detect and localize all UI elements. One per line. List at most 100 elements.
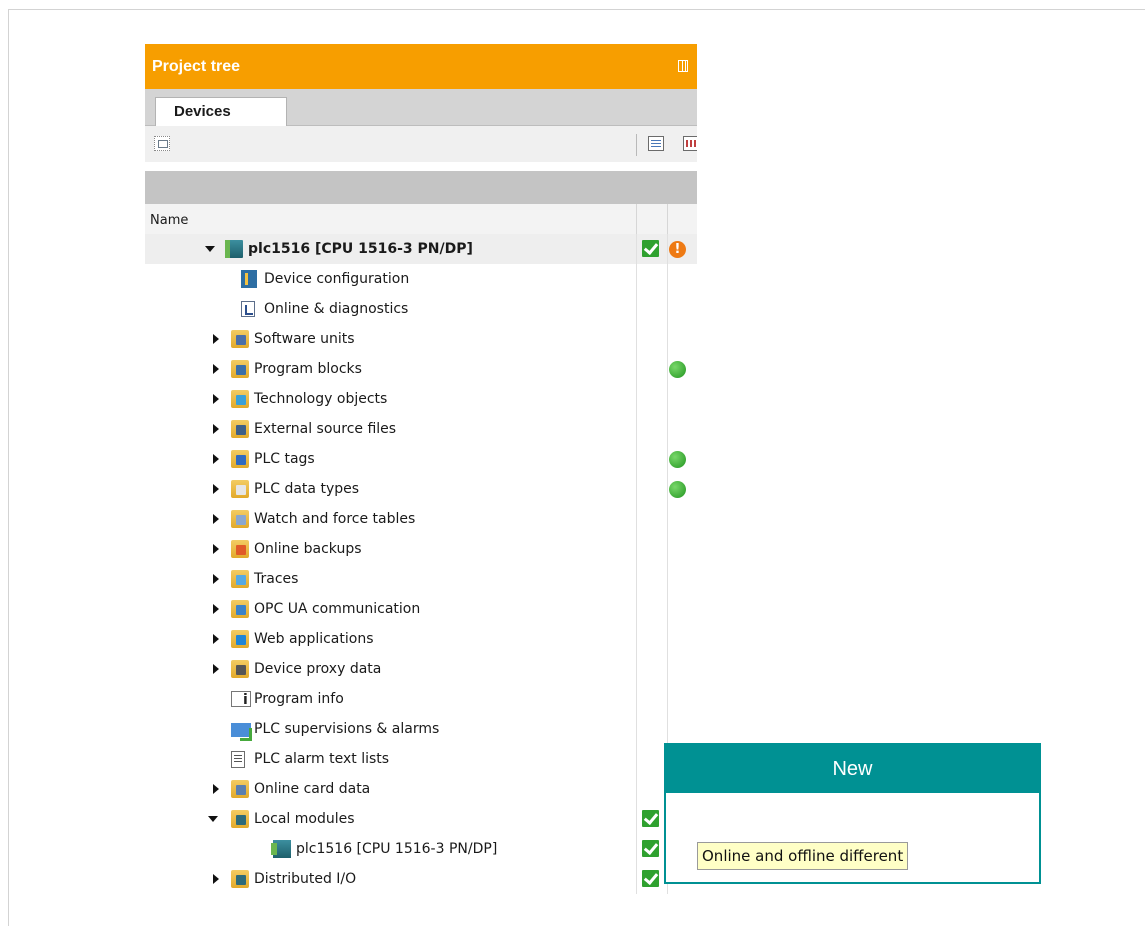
tree-item[interactable]: PLC alarm text lists xyxy=(145,744,697,774)
status-column-divider xyxy=(636,774,637,804)
column-header-name[interactable]: Name xyxy=(150,213,188,228)
compare-view-icon[interactable] xyxy=(683,136,697,151)
device-proxy-data-folder-icon xyxy=(231,660,249,678)
toolbar-separator xyxy=(636,134,637,156)
expand-arrow-icon[interactable] xyxy=(205,234,215,264)
online-diagnostics-icon xyxy=(241,301,255,317)
tree-item-label: OPC UA communication xyxy=(254,601,421,617)
status-column-divider xyxy=(636,624,637,654)
plc-data-types-folder-icon xyxy=(231,480,249,498)
tree-item-label: Device configuration xyxy=(264,271,410,287)
tree-item[interactable]: plc1516 [CPU 1516-3 PN/DP]! xyxy=(145,234,697,264)
collapse-arrow-icon[interactable] xyxy=(211,414,221,444)
tree-item[interactable]: PLC tags xyxy=(145,444,697,474)
tree-item[interactable]: Program info xyxy=(145,684,697,715)
page-frame-top-border xyxy=(8,9,1145,10)
status-column-divider xyxy=(667,714,668,744)
status-column-divider xyxy=(636,534,637,564)
tree-item[interactable]: plc1516 [CPU 1516-3 PN/DP] xyxy=(145,834,697,864)
local-modules-folder-icon xyxy=(231,810,249,828)
status-column-divider xyxy=(667,534,668,564)
tree-item[interactable]: Web applications xyxy=(145,624,697,654)
collapse-arrow-icon[interactable] xyxy=(211,864,221,894)
collapse-arrow-icon[interactable] xyxy=(211,504,221,534)
status-column-divider xyxy=(667,444,668,474)
column-header: Name xyxy=(145,204,697,234)
tree-item-label: Web applications xyxy=(254,631,374,647)
column-divider[interactable] xyxy=(636,204,637,234)
collapse-arrow-icon[interactable] xyxy=(211,384,221,414)
status-column-divider xyxy=(636,384,637,414)
status-column-divider xyxy=(636,324,637,354)
tree-item[interactable]: Technology objects xyxy=(145,384,697,414)
traces-folder-icon xyxy=(231,570,249,588)
panel-title: Project tree xyxy=(152,58,241,75)
collapse-arrow-icon[interactable] xyxy=(211,354,221,384)
tree-item[interactable]: PLC supervisions & alarms xyxy=(145,714,697,744)
tree-item-label: Program info xyxy=(254,691,344,707)
expand-arrow-icon[interactable] xyxy=(208,804,218,834)
status-column-divider xyxy=(636,684,637,714)
page-frame-left-border xyxy=(8,9,9,926)
tree-item[interactable]: Software units xyxy=(145,324,697,354)
device-configuration-icon xyxy=(241,270,257,288)
online-backups-folder-icon xyxy=(231,540,249,558)
tree-item-label: Local modules xyxy=(254,811,355,827)
column-divider[interactable] xyxy=(667,204,668,234)
tree-item[interactable]: Program blocks xyxy=(145,354,697,384)
collapse-arrow-icon[interactable] xyxy=(211,564,221,594)
status-column-divider xyxy=(667,234,668,264)
tree-item-label: Distributed I/O xyxy=(254,871,357,887)
collapse-arrow-icon[interactable] xyxy=(211,324,221,354)
status-ok-check-icon xyxy=(642,810,659,827)
tree-item[interactable]: Device proxy data xyxy=(145,654,697,684)
collapse-arrow-icon[interactable] xyxy=(211,594,221,624)
tree-item[interactable]: Online & diagnostics xyxy=(145,294,697,324)
status-consistent-icon xyxy=(669,481,686,498)
collapse-arrow-icon[interactable] xyxy=(211,774,221,804)
status-column-divider xyxy=(667,564,668,594)
collapse-arrow-icon[interactable] xyxy=(211,444,221,474)
tree-item[interactable]: Watch and force tables xyxy=(145,504,697,534)
status-column-divider xyxy=(636,714,637,744)
plc-tags-folder-icon xyxy=(231,450,249,468)
tree-item-label: Online backups xyxy=(254,541,362,557)
collapse-arrow-icon[interactable] xyxy=(211,624,221,654)
status-ok-check-icon xyxy=(642,870,659,887)
status-consistent-icon xyxy=(669,361,686,378)
tree-item-label: PLC alarm text lists xyxy=(254,751,390,767)
tree-item[interactable]: OPC UA communication xyxy=(145,594,697,624)
status-column-divider xyxy=(636,834,637,864)
alarm-text-lists-icon xyxy=(231,751,245,768)
collapse-arrow-icon[interactable] xyxy=(211,534,221,564)
tree-item[interactable]: PLC data types xyxy=(145,474,697,504)
panel-dock-icon[interactable] xyxy=(678,60,688,72)
tree-item[interactable]: Local modules! xyxy=(145,804,697,834)
tree-item[interactable]: Online card data xyxy=(145,774,697,804)
filter-bar xyxy=(145,171,697,204)
tree-item[interactable]: Distributed I/O xyxy=(145,864,697,894)
tree-item-label: Online & diagnostics xyxy=(264,301,409,317)
project-tree: plc1516 [CPU 1516-3 PN/DP]! Device config… xyxy=(145,234,697,894)
tree-item[interactable]: Device configuration xyxy=(145,264,697,294)
overview-view-icon[interactable] xyxy=(648,136,664,151)
status-column-divider xyxy=(636,564,637,594)
status-column-divider xyxy=(667,654,668,684)
tree-item[interactable]: Traces xyxy=(145,564,697,594)
online-card-data-folder-icon xyxy=(231,780,249,798)
opc-ua-folder-icon xyxy=(231,600,249,618)
add-device-icon[interactable] xyxy=(154,136,170,151)
callout-title: New xyxy=(666,745,1039,793)
collapse-arrow-icon[interactable] xyxy=(211,654,221,684)
tree-item[interactable]: Online backups xyxy=(145,534,697,564)
status-warning-icon: ! xyxy=(669,241,686,258)
tree-item[interactable]: External source files xyxy=(145,414,697,444)
tab-devices[interactable]: Devices xyxy=(155,97,287,127)
plc-supervisions-alarms-icon xyxy=(231,723,252,741)
status-column-divider xyxy=(667,624,668,654)
status-column-divider xyxy=(667,684,668,714)
collapse-arrow-icon[interactable] xyxy=(211,474,221,504)
status-column-divider xyxy=(636,744,637,774)
web-applications-folder-icon xyxy=(231,630,249,648)
status-column-divider xyxy=(636,354,637,384)
